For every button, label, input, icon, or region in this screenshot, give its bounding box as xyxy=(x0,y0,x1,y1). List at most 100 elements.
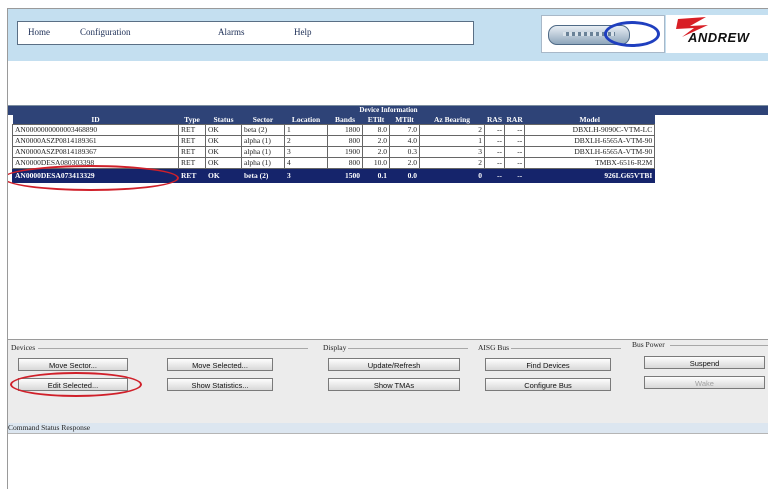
table-cell: 2 xyxy=(284,135,328,147)
menu-alarms[interactable]: Alarms xyxy=(218,27,245,37)
table-cell: AN0000ASZP0814189367 xyxy=(12,146,179,158)
table-cell: 2 xyxy=(419,157,485,169)
divider xyxy=(511,348,621,349)
table-cell: -- xyxy=(503,124,526,136)
app-window: Home Configuration Alarms Help ANDREW De… xyxy=(7,8,768,489)
display-group-label: Display xyxy=(323,343,347,352)
column-header[interactable]: Type xyxy=(178,115,206,125)
status-response-area[interactable] xyxy=(8,433,768,489)
move-selected-button[interactable]: Move Selected... xyxy=(167,358,273,371)
column-header[interactable]: Bands xyxy=(327,115,363,125)
table-cell: OK xyxy=(205,168,242,183)
table-cell: RET xyxy=(178,135,206,147)
table-cell: 800 xyxy=(327,157,363,169)
table-cell: 800 xyxy=(327,135,363,147)
table-cell: 3 xyxy=(284,168,328,183)
table-cell: 926LG65VTBI xyxy=(524,168,656,183)
table-row[interactable]: AN0000000000003468890 RET OK beta (2) 1 1800 8… xyxy=(12,124,656,136)
table-cell: 1500 xyxy=(327,168,363,183)
table-cell: AN0000DESA080303398 xyxy=(12,157,179,169)
column-header[interactable]: Sector xyxy=(241,115,285,125)
table-cell: -- xyxy=(503,157,526,169)
column-header[interactable]: RAR xyxy=(504,115,525,125)
table-cell: -- xyxy=(484,135,505,147)
table-cell: RET xyxy=(178,124,206,136)
column-header[interactable]: Location xyxy=(284,115,328,125)
menu-help[interactable]: Help xyxy=(294,27,312,37)
table-cell: beta (2) xyxy=(241,168,285,183)
table-cell: 3 xyxy=(284,146,328,158)
menu-configuration[interactable]: Configuration xyxy=(80,27,131,37)
table-cell: -- xyxy=(484,124,505,136)
table-cell: 7.0 xyxy=(389,124,420,136)
table-row[interactable]: AN0000DESA073413329 RET OK beta (2) 3 1500 0.1… xyxy=(12,168,656,183)
andrew-logo: ANDREW xyxy=(666,15,768,53)
table-cell: -- xyxy=(503,146,526,158)
device-info-title: Device Information xyxy=(8,106,768,115)
column-header[interactable]: Az Bearing xyxy=(419,115,485,125)
column-header[interactable]: ID xyxy=(12,115,179,125)
table-cell: 8.0 xyxy=(362,124,390,136)
table-row[interactable]: AN0000DESA080303398 RET OK alpha (1) 4 800 10.… xyxy=(12,157,656,169)
divider xyxy=(348,348,468,349)
table-cell: AN0000ASZP0814189361 xyxy=(12,135,179,147)
move-sector-button[interactable]: Move Sector... xyxy=(18,358,128,371)
table-header: ID Type Status Sector Location Bands ETilt MTil… xyxy=(12,115,655,125)
table-cell: alpha (1) xyxy=(241,157,285,169)
table-cell: -- xyxy=(503,135,526,147)
table-cell: 0.0 xyxy=(389,168,420,183)
table-body: AN0000000000003468890 RET OK beta (2) 1 1800 8… xyxy=(12,124,656,183)
device-info-panel: Device Information ID Type Status Sector Loc… xyxy=(8,105,768,338)
divider xyxy=(38,348,308,349)
table-row[interactable]: AN0000ASZP0814189367 RET OK alpha (1) 3 1900 2… xyxy=(12,146,656,158)
show-statistics-button[interactable]: Show Statistics... xyxy=(167,378,273,391)
table-cell: OK xyxy=(205,135,242,147)
menu-bar: Home Configuration Alarms Help xyxy=(17,21,474,45)
update-refresh-button[interactable]: Update/Refresh xyxy=(328,358,460,371)
table-cell: AN0000DESA073413329 xyxy=(12,168,179,183)
table-cell: 4.0 xyxy=(389,135,420,147)
column-header[interactable]: MTilt xyxy=(389,115,420,125)
bus-power-group-label: Bus Power xyxy=(632,340,665,349)
table-cell: OK xyxy=(205,124,242,136)
column-header[interactable]: Model xyxy=(524,115,655,125)
table-cell: DBXLH-9090C-VTM-LC xyxy=(524,124,656,136)
table-row[interactable]: AN0000ASZP0814189361 RET OK alpha (1) 2 800 2.… xyxy=(12,135,656,147)
devices-group-label: Devices xyxy=(11,343,36,352)
header: Home Configuration Alarms Help ANDREW xyxy=(8,9,768,61)
show-tmas-button[interactable]: Show TMAs xyxy=(328,378,460,391)
edit-selected-button[interactable]: Edit Selected... xyxy=(18,378,128,391)
table-cell: DBXLH-6565A-VTM-90 xyxy=(524,135,656,147)
table-cell: 4 xyxy=(284,157,328,169)
device-logo xyxy=(541,15,665,53)
configure-bus-button[interactable]: Configure Bus xyxy=(485,378,611,391)
table-cell: OK xyxy=(205,146,242,158)
table-cell: 1 xyxy=(284,124,328,136)
column-header[interactable]: Status xyxy=(205,115,242,125)
column-header[interactable]: RAS xyxy=(484,115,505,125)
brand-name: ANDREW xyxy=(688,30,750,45)
status-label-bar: Command Status Response xyxy=(8,423,768,433)
menu-home[interactable]: Home xyxy=(28,27,50,37)
controls-panel: Devices Move Sector... Move Selected... … xyxy=(8,339,768,424)
aisg-bus-group-label: AISG Bus xyxy=(478,343,510,352)
table-cell: TMBX-6516-R2M xyxy=(524,157,656,169)
table-cell: alpha (1) xyxy=(241,135,285,147)
suspend-button[interactable]: Suspend xyxy=(644,356,765,369)
table-cell: 0 xyxy=(419,168,485,183)
table-cell: RET xyxy=(178,146,206,158)
table-cell: 2.0 xyxy=(362,146,390,158)
table-cell: AN0000000000003468890 xyxy=(12,124,179,136)
table-cell: 2.0 xyxy=(362,135,390,147)
find-devices-button[interactable]: Find Devices xyxy=(485,358,611,371)
table-cell: RET xyxy=(178,168,206,183)
table-cell: beta (2) xyxy=(241,124,285,136)
column-header[interactable]: ETilt xyxy=(362,115,390,125)
table-cell: 10.0 xyxy=(362,157,390,169)
table-cell: 0.1 xyxy=(362,168,390,183)
device-table: ID Type Status Sector Location Bands ETilt MTil… xyxy=(12,115,656,183)
table-cell: 3 xyxy=(419,146,485,158)
wake-button[interactable]: Wake xyxy=(644,376,765,389)
table-cell: -- xyxy=(484,157,505,169)
divider xyxy=(670,345,768,346)
